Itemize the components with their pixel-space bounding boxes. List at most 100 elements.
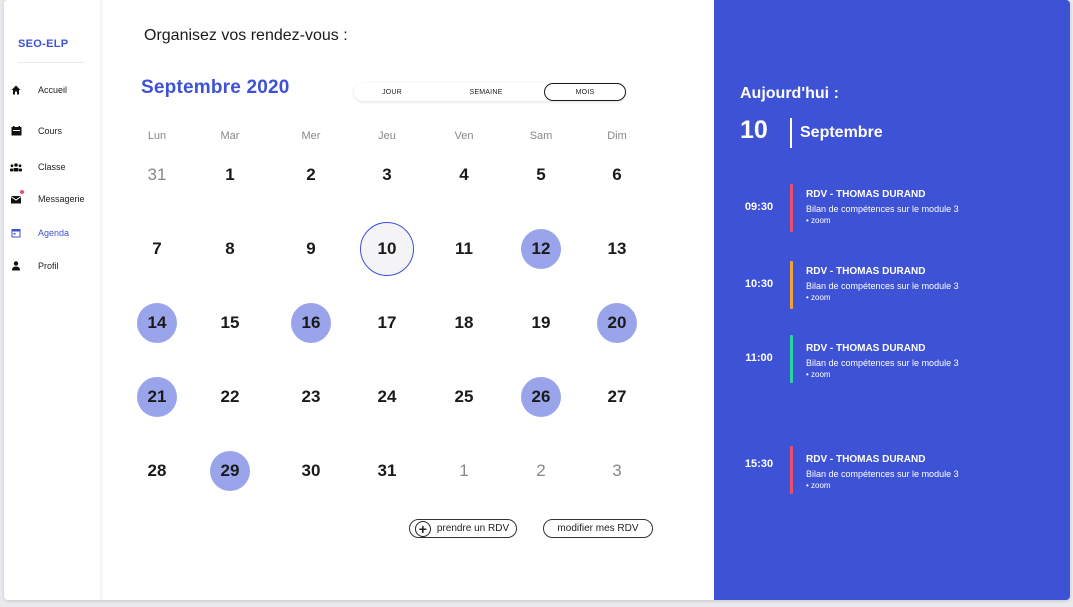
- sidebar-item-label: Accueil: [38, 85, 68, 95]
- today-label: Aujourd'hui :: [740, 85, 839, 102]
- calendar-day[interactable]: 31: [367, 451, 407, 491]
- appointment-time: 11:00: [745, 352, 773, 364]
- weekday-label: Jeu: [378, 130, 396, 142]
- calendar-day-with-appointment[interactable]: 14: [137, 303, 177, 343]
- view-week-button[interactable]: SEMAINE: [446, 83, 526, 101]
- calendar-day[interactable]: 24: [367, 377, 407, 417]
- calendar-icon: [10, 227, 22, 239]
- calendar-day-with-appointment[interactable]: 29: [210, 451, 250, 491]
- appointment-description: Bilan de compétences sur le module 3: [806, 358, 959, 368]
- calendar-day-with-appointment[interactable]: 20: [597, 303, 637, 343]
- home-icon: [10, 84, 22, 96]
- appointment-title: RDV - THOMAS DURAND: [806, 189, 926, 200]
- appointment-title: RDV - THOMAS DURAND: [806, 343, 926, 354]
- calendar-day[interactable]: 11: [444, 229, 484, 269]
- calendar-day[interactable]: 23: [291, 377, 331, 417]
- appointment-color-bar: [790, 446, 793, 494]
- divider: [790, 118, 792, 148]
- calendar-day[interactable]: 2: [521, 451, 561, 491]
- calendar-day-today[interactable]: 10: [360, 222, 414, 276]
- group-icon: [10, 161, 22, 173]
- calendar-day[interactable]: 5: [521, 155, 561, 195]
- sidebar-item-label: Profil: [38, 261, 59, 271]
- calendar-panel: Organisez vos rendez-vous : Septembre 20…: [104, 0, 715, 600]
- appointment-color-bar: [790, 184, 793, 232]
- today-panel: Aujourd'hui : 10 Septembre 09:30 RDV - T…: [714, 0, 1070, 600]
- weekday-label: Mar: [220, 130, 240, 142]
- today-day-number: 10: [740, 116, 768, 144]
- appointment-time: 09:30: [744, 201, 774, 213]
- calendar-day[interactable]: 6: [597, 155, 637, 195]
- weekday-label: Mer: [301, 130, 321, 142]
- appointment-location: • zoom: [806, 293, 831, 302]
- today-month: Septembre: [800, 124, 883, 141]
- sidebar-item-label: Classe: [38, 162, 66, 172]
- calendar-day[interactable]: 27: [597, 377, 637, 417]
- sidebar: SEO-ELP Accueil Cours Classe Messagerie …: [4, 0, 100, 600]
- weekday-label: Lun: [147, 130, 167, 142]
- appointment-time: 15:30: [744, 458, 774, 470]
- calendar-day[interactable]: 25: [444, 377, 484, 417]
- app-window: SEO-ELP Accueil Cours Classe Messagerie …: [4, 0, 1070, 600]
- calendar-day[interactable]: 31: [137, 155, 177, 195]
- appointment-description: Bilan de compétences sur le module 3: [806, 469, 959, 479]
- sidebar-item-accueil[interactable]: Accueil: [10, 84, 67, 96]
- calendar-day-with-appointment[interactable]: 26: [521, 377, 561, 417]
- calendar-day[interactable]: 3: [367, 155, 407, 195]
- appointment-location: • zoom: [806, 370, 831, 379]
- modify-appointments-label: modifier mes RDV: [557, 523, 639, 534]
- appointment-color-bar: [790, 261, 793, 309]
- view-day-button[interactable]: JOUR: [356, 83, 428, 101]
- weekday-label: Sam: [529, 130, 553, 142]
- weekday-label: Dim: [607, 130, 627, 142]
- view-toggle: JOUR SEMAINE MOIS: [354, 83, 626, 101]
- user-icon: [10, 260, 22, 272]
- weekday-label: Ven: [454, 130, 474, 142]
- calendar-day[interactable]: 17: [367, 303, 407, 343]
- add-appointment-label: prendre un RDV: [436, 523, 510, 534]
- calendar-day[interactable]: 30: [291, 451, 331, 491]
- calendar-day-with-appointment[interactable]: 12: [521, 229, 561, 269]
- calendar-day[interactable]: 7: [137, 229, 177, 269]
- calendar-day[interactable]: 18: [444, 303, 484, 343]
- calendar-day[interactable]: 3: [597, 451, 637, 491]
- calendar-day-with-appointment[interactable]: 16: [291, 303, 331, 343]
- appointment-title: RDV - THOMAS DURAND: [806, 266, 926, 277]
- appointment-location: • zoom: [806, 216, 831, 225]
- calendar-day[interactable]: 1: [210, 155, 250, 195]
- appointment-description: Bilan de compétences sur le module 3: [806, 281, 959, 291]
- calendar-day[interactable]: 8: [210, 229, 250, 269]
- calendar-day[interactable]: 4: [444, 155, 484, 195]
- appointment-time: 10:30: [744, 278, 774, 290]
- sidebar-item-messagerie[interactable]: Messagerie: [10, 190, 85, 205]
- appointment-description: Bilan de compétences sur le module 3: [806, 204, 959, 214]
- calendar-day[interactable]: 22: [210, 377, 250, 417]
- calendar-day[interactable]: 15: [210, 303, 250, 343]
- calendar-day[interactable]: 19: [521, 303, 561, 343]
- brand-logo[interactable]: SEO-ELP: [18, 38, 68, 50]
- sidebar-item-classe[interactable]: Classe: [10, 161, 66, 173]
- divider: [18, 62, 84, 63]
- notification-dot: [20, 190, 24, 194]
- sidebar-item-profil[interactable]: Profil: [10, 260, 59, 272]
- sidebar-item-agenda[interactable]: Agenda: [10, 227, 69, 239]
- calendar-day[interactable]: 13: [597, 229, 637, 269]
- calendar-day[interactable]: 2: [291, 155, 331, 195]
- book-icon: [10, 125, 22, 137]
- appointment-color-bar: [790, 335, 793, 383]
- modify-appointments-button[interactable]: modifier mes RDV: [543, 519, 653, 538]
- sidebar-item-label: Cours: [38, 126, 63, 136]
- page-title: Organisez vos rendez-vous :: [144, 27, 348, 44]
- view-month-button[interactable]: MOIS: [544, 83, 626, 101]
- sidebar-item-label: Messagerie: [38, 194, 85, 204]
- calendar-day[interactable]: 28: [137, 451, 177, 491]
- calendar-day[interactable]: 9: [291, 229, 331, 269]
- appointment-title: RDV - THOMAS DURAND: [806, 454, 926, 465]
- calendar-day[interactable]: 1: [444, 451, 484, 491]
- plus-icon: +: [414, 520, 431, 537]
- add-appointment-button[interactable]: + prendre un RDV: [409, 519, 517, 538]
- sidebar-item-label: Agenda: [38, 228, 70, 238]
- calendar-day-with-appointment[interactable]: 21: [137, 377, 177, 417]
- sidebar-item-cours[interactable]: Cours: [10, 125, 62, 137]
- appointment-location: • zoom: [806, 481, 831, 490]
